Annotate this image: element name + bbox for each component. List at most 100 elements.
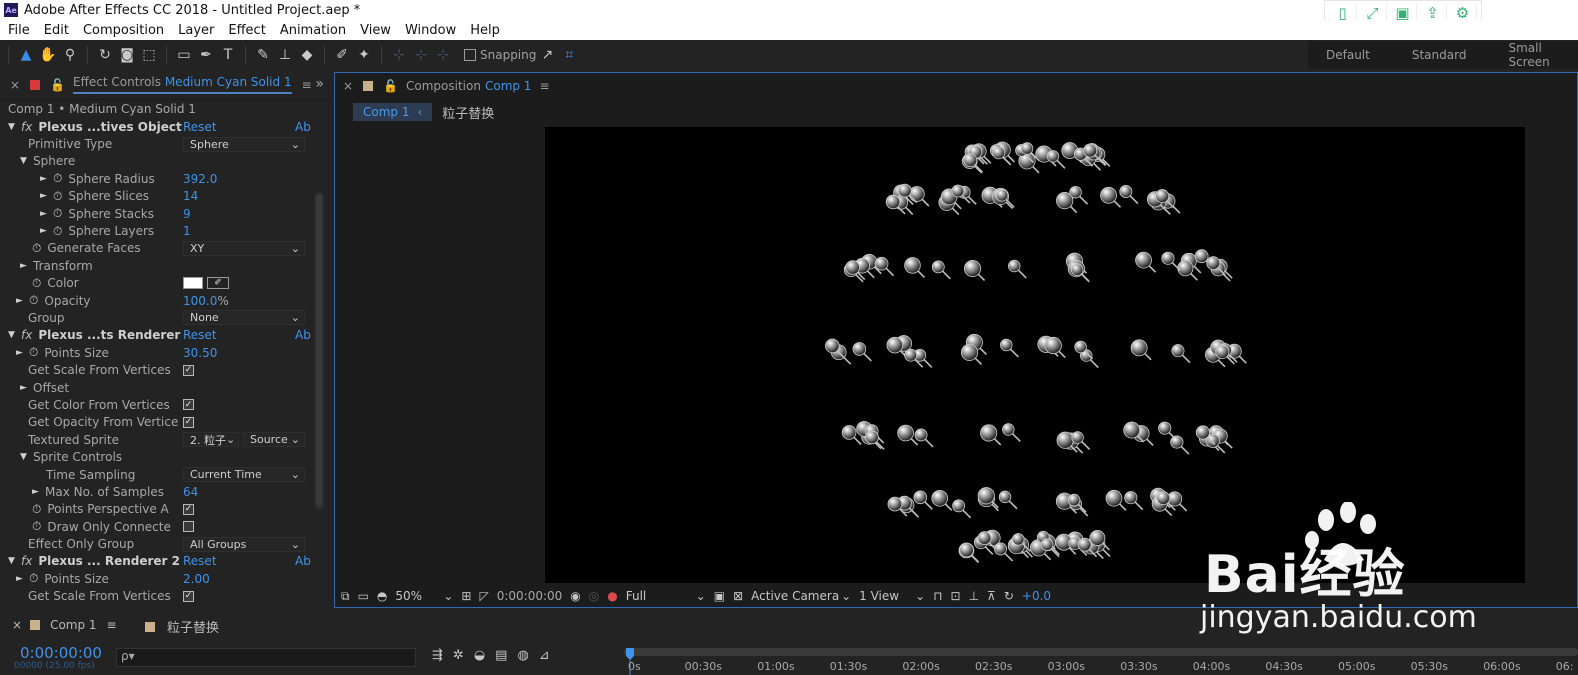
- prop-dropdown[interactable]: Sphere ⌄: [183, 136, 305, 152]
- panel-overflow-icon[interactable]: »: [315, 76, 324, 92]
- roto-brush-tool-icon[interactable]: ✐: [331, 44, 353, 66]
- workspace-standard[interactable]: Standard: [1412, 48, 1467, 62]
- prop-row-points-size[interactable]: ► ⏱ Points Size 30.50: [0, 344, 312, 361]
- expand-triangle-icon[interactable]: ►: [32, 487, 40, 497]
- eraser-tool-icon[interactable]: ◆: [296, 44, 318, 66]
- timeline-icon[interactable]: ⊥: [969, 589, 979, 603]
- prop-value[interactable]: 1: [183, 224, 191, 238]
- current-time[interactable]: 0:00:00:00: [20, 644, 102, 662]
- expand-triangle-icon[interactable]: ▼: [8, 556, 16, 566]
- layer-search-input[interactable]: ρ▾: [116, 648, 416, 667]
- comp-timecode[interactable]: 0:00:00:00: [497, 589, 563, 603]
- camera-dropdown[interactable]: Active Camera ⌄: [751, 589, 851, 603]
- selection-tool-icon[interactable]: ▲: [15, 44, 37, 66]
- snap-options-icon[interactable]: ↗: [536, 44, 558, 66]
- stopwatch-icon[interactable]: ⏱: [32, 276, 41, 291]
- prop-row-plexus-ts-renderer[interactable]: ▼ fx Plexus ...ts Renderer Reset Ab: [0, 327, 312, 344]
- prop-row-sphere-radius[interactable]: ► ⏱ Sphere Radius 392.0: [0, 170, 312, 187]
- menu-view[interactable]: View: [360, 23, 391, 38]
- close-icon[interactable]: ×: [343, 79, 353, 93]
- crumb-comp1[interactable]: Comp 1 ‹: [353, 103, 433, 121]
- prop-checkbox[interactable]: ✓: [183, 590, 194, 602]
- prop-value[interactable]: 100.0%: [183, 294, 229, 308]
- zoom-tool-icon[interactable]: ⚲: [59, 44, 81, 66]
- menu-animation[interactable]: Animation: [280, 23, 346, 38]
- prop-row-textured-sprite[interactable]: Textured Sprite 2. 粒子 ⌄ Source ⌄: [0, 431, 312, 448]
- prop-checkbox[interactable]: ✓: [183, 364, 194, 376]
- prop-dropdown[interactable]: Current Time ⌄: [183, 467, 305, 482]
- prop-row-sphere-stacks[interactable]: ► ⏱ Sphere Stacks 9: [0, 205, 312, 222]
- motion-blur-icon[interactable]: ◍: [517, 648, 528, 663]
- effect-controls-tab[interactable]: × 🔓 Effect Controls Medium Cyan Solid 1 …: [0, 70, 330, 100]
- prop-row-time-sampling[interactable]: Time Sampling Current Time ⌄: [0, 466, 312, 483]
- view-axis-icon[interactable]: ⊹: [432, 44, 454, 66]
- expand-triangle-icon[interactable]: ►: [16, 574, 24, 584]
- snap-features-icon[interactable]: ⌗: [558, 44, 580, 66]
- graph-editor-icon[interactable]: ⊿: [539, 648, 550, 663]
- menu-window[interactable]: Window: [405, 23, 456, 38]
- expand-triangle-icon[interactable]: ►: [40, 226, 48, 236]
- snapping-checkbox[interactable]: [464, 49, 476, 61]
- panel-menu-icon[interactable]: ≡: [539, 79, 549, 93]
- stopwatch-icon[interactable]: ⏱: [32, 241, 41, 256]
- camera-snapshot-icon[interactable]: ◉: [570, 589, 580, 603]
- menu-help[interactable]: Help: [470, 23, 500, 38]
- zoom-dropdown[interactable]: 50% ⌄: [395, 589, 453, 603]
- prop-row-max-no-of-samples[interactable]: ► Max No. of Samples 64: [0, 483, 312, 500]
- prop-row-sphere-layers[interactable]: ► ⏱ Sphere Layers 1: [0, 222, 312, 239]
- channels-icon[interactable]: ●: [607, 589, 617, 603]
- prop-row-get-opacity-from-vertice[interactable]: Get Opacity From Vertice ✓: [0, 414, 312, 431]
- expand-triangle-icon[interactable]: ►: [20, 383, 28, 393]
- menu-file[interactable]: File: [8, 23, 30, 38]
- vr-glasses-icon[interactable]: ◓: [377, 589, 387, 603]
- prop-row-points-size[interactable]: ► ⏱ Points Size 2.00: [0, 570, 312, 587]
- monitor-icon[interactable]: ▭: [358, 589, 369, 603]
- hand-tool-icon[interactable]: ✋: [37, 44, 59, 66]
- flowchart-icon[interactable]: ⊼: [987, 589, 996, 603]
- fx-icon[interactable]: fx: [21, 554, 32, 568]
- stopwatch-icon[interactable]: ⏱: [32, 519, 41, 534]
- text-tool-icon[interactable]: T: [217, 44, 239, 66]
- reset-link[interactable]: Reset: [183, 120, 217, 134]
- stopwatch-icon[interactable]: ⏱: [53, 206, 62, 221]
- draft-3d-icon[interactable]: ✲: [453, 648, 464, 663]
- roi-icon[interactable]: ▣: [714, 589, 725, 603]
- stopwatch-icon[interactable]: ⏱: [53, 171, 62, 186]
- menu-edit[interactable]: Edit: [44, 23, 69, 38]
- prop-dropdown[interactable]: None ⌄: [183, 310, 305, 326]
- show-snapshot-icon[interactable]: ◎: [589, 589, 599, 603]
- expand-triangle-icon[interactable]: ►: [20, 261, 28, 271]
- prop-row-generate-faces[interactable]: ⏱ Generate Faces XY ⌄: [0, 240, 312, 257]
- prop-row-primitive-type[interactable]: Primitive Type Sphere ⌄: [0, 135, 312, 152]
- prop-row-get-color-from-vertices[interactable]: Get Color From Vertices ✓: [0, 396, 312, 413]
- rectangle-tool-icon[interactable]: ▭: [173, 44, 195, 66]
- expand-triangle-icon[interactable]: ►: [16, 296, 24, 306]
- workspace-default[interactable]: Default: [1326, 48, 1370, 62]
- prop-row-offset[interactable]: ► Offset: [0, 379, 312, 396]
- timeline-tab-comp1[interactable]: × Comp 1 ≡: [12, 618, 117, 632]
- close-icon[interactable]: ×: [12, 618, 22, 632]
- prop-dropdown[interactable]: 2. 粒子 ⌄: [183, 432, 239, 448]
- prop-checkbox[interactable]: [183, 521, 194, 533]
- menu-composition[interactable]: Composition: [83, 23, 164, 38]
- prop-checkbox[interactable]: ✓: [183, 399, 194, 411]
- reset-link[interactable]: Reset: [183, 328, 217, 342]
- close-icon[interactable]: ×: [10, 78, 20, 92]
- effect-controls-scroll-thumb[interactable]: [316, 194, 322, 506]
- stopwatch-icon[interactable]: ⏱: [29, 293, 38, 308]
- about-link[interactable]: Ab: [295, 120, 311, 134]
- prop-row-color[interactable]: ⏱ Color ✐: [0, 275, 312, 292]
- eyedropper-icon[interactable]: ✐: [207, 277, 229, 290]
- menu-effect[interactable]: Effect: [228, 23, 265, 38]
- reset-exposure-icon[interactable]: ↻: [1004, 589, 1014, 603]
- prop-value[interactable]: 392.0: [183, 172, 217, 186]
- toggle-pixel-icon[interactable]: ⊓: [933, 589, 942, 603]
- comp-flowchart-icon[interactable]: ⇶: [432, 648, 443, 663]
- panel-menu-icon[interactable]: ≡: [107, 618, 117, 632]
- stopwatch-icon[interactable]: ⏱: [32, 502, 41, 517]
- lock-icon[interactable]: 🔓: [50, 78, 65, 92]
- region-icon[interactable]: ◸: [479, 589, 488, 603]
- local-axis-icon[interactable]: ⊹: [388, 44, 410, 66]
- reset-link[interactable]: Reset: [183, 554, 217, 568]
- prop-dropdown[interactable]: All Groups ⌄: [183, 536, 305, 552]
